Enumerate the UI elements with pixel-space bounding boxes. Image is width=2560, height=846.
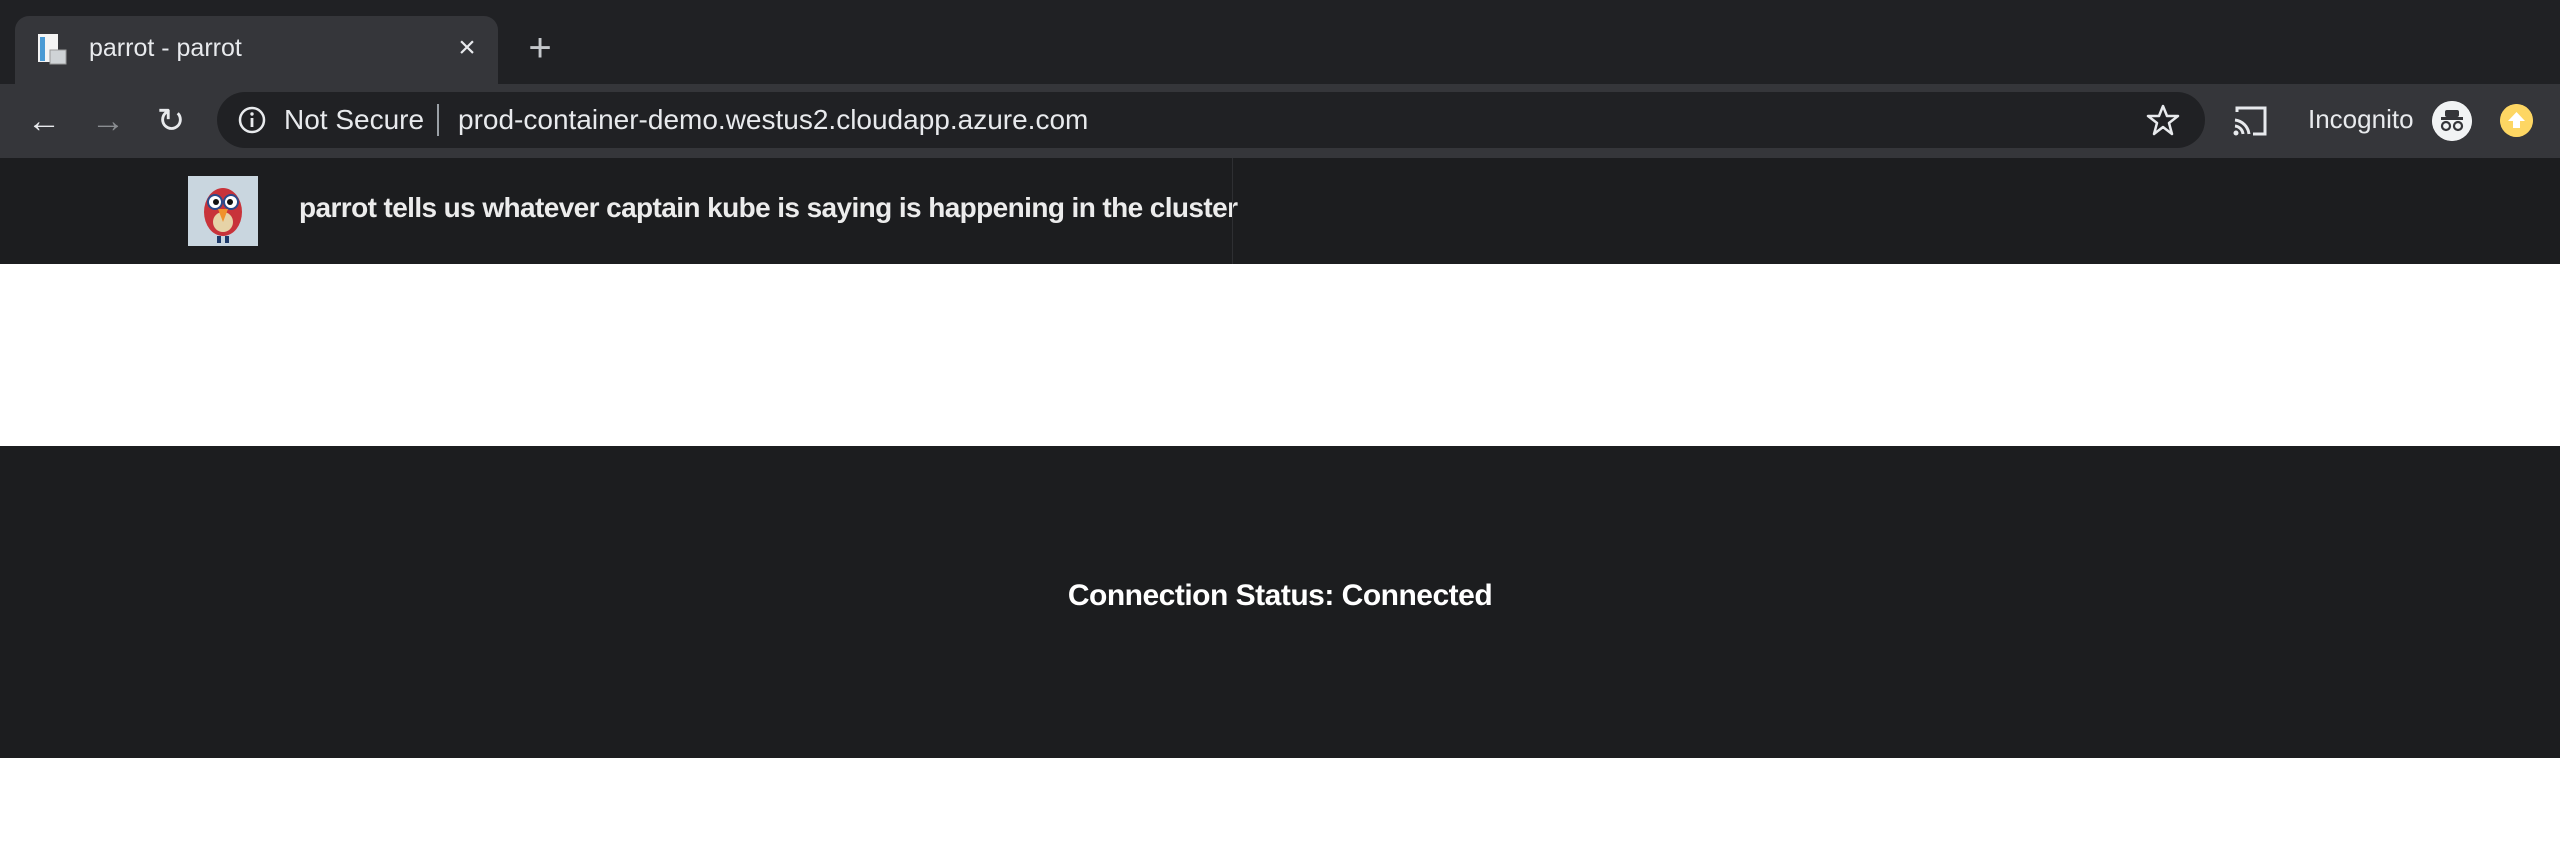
- reload-button[interactable]: ↻: [151, 101, 191, 141]
- forward-button[interactable]: →: [88, 101, 128, 141]
- security-status-label[interactable]: Not Secure: [284, 104, 424, 136]
- tab-parrot[interactable]: parrot - parrot ×: [15, 16, 498, 84]
- page-favicon-icon: [38, 34, 67, 65]
- incognito-icon[interactable]: [2432, 101, 2472, 141]
- url-text[interactable]: prod-container-demo.westus2.cloudapp.azu…: [458, 104, 1088, 136]
- update-available-icon[interactable]: [2500, 104, 2533, 137]
- new-tab-button[interactable]: +: [520, 28, 560, 68]
- connection-status-section: Connection Status: Connected: [0, 446, 2560, 758]
- header-divider: [1232, 158, 1233, 264]
- browser-tabstrip: parrot - parrot × +: [0, 0, 2560, 84]
- tab-title: parrot - parrot: [89, 34, 242, 62]
- connection-status-text: Connection Status: Connected: [1067, 579, 1493, 612]
- app-header: parrot tells us whatever captain kube is…: [0, 158, 2560, 264]
- address-bar[interactable]: Not Secure prod-container-demo.westus2.c…: [217, 92, 2205, 148]
- tab-close-icon[interactable]: ×: [447, 28, 487, 68]
- info-icon[interactable]: [237, 105, 267, 135]
- parrot-logo: [188, 176, 258, 246]
- incognito-label[interactable]: Incognito: [2308, 104, 2414, 135]
- page-title: parrot tells us whatever captain kube is…: [299, 192, 1238, 223]
- omnibox-separator: [437, 104, 439, 136]
- bookmark-star-icon[interactable]: [2145, 102, 2181, 138]
- back-button[interactable]: ←: [24, 101, 64, 141]
- browser-toolbar: ← → ↻ Not Secure prod-container-demo.wes…: [0, 84, 2560, 158]
- cast-icon[interactable]: [2233, 104, 2269, 138]
